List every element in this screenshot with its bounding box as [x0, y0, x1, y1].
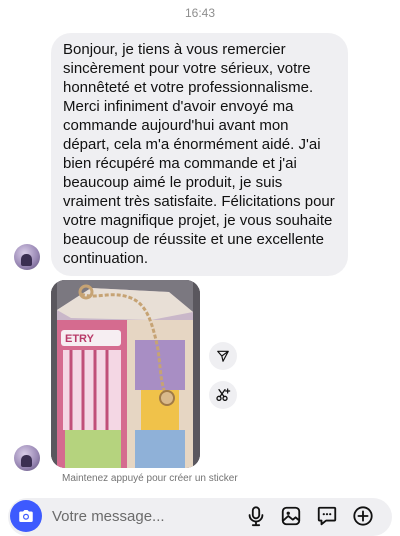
gallery-button[interactable]: [279, 504, 303, 528]
camera-button[interactable]: [10, 500, 42, 532]
sender-avatar[interactable]: [14, 445, 40, 471]
photo-sign-text: ETRY: [65, 333, 95, 345]
voice-message-button[interactable]: [244, 504, 268, 528]
gallery-icon: [281, 506, 301, 526]
plus-icon: [353, 506, 373, 526]
photo-message[interactable]: ETRY: [51, 280, 200, 468]
sticker-icon: [317, 506, 337, 526]
forward-button[interactable]: [209, 342, 237, 370]
message-input[interactable]: [52, 505, 232, 527]
scissors-sparkle-icon: [216, 388, 231, 401]
product-photo: ETRY: [51, 280, 200, 468]
message-timestamp: 16:43: [184, 6, 216, 20]
microphone-icon: [248, 506, 264, 527]
camera-icon: [19, 510, 33, 522]
received-message-bubble[interactable]: Bonjour, je tiens à vous remercier sincè…: [51, 33, 348, 276]
sender-avatar[interactable]: [14, 244, 40, 270]
more-button[interactable]: [351, 504, 375, 528]
create-sticker-button[interactable]: [209, 381, 237, 409]
sticker-button[interactable]: [315, 504, 339, 528]
paper-plane-icon: [217, 350, 229, 362]
sticker-hint: Maintenez appuyé pour créer un sticker: [62, 473, 238, 484]
